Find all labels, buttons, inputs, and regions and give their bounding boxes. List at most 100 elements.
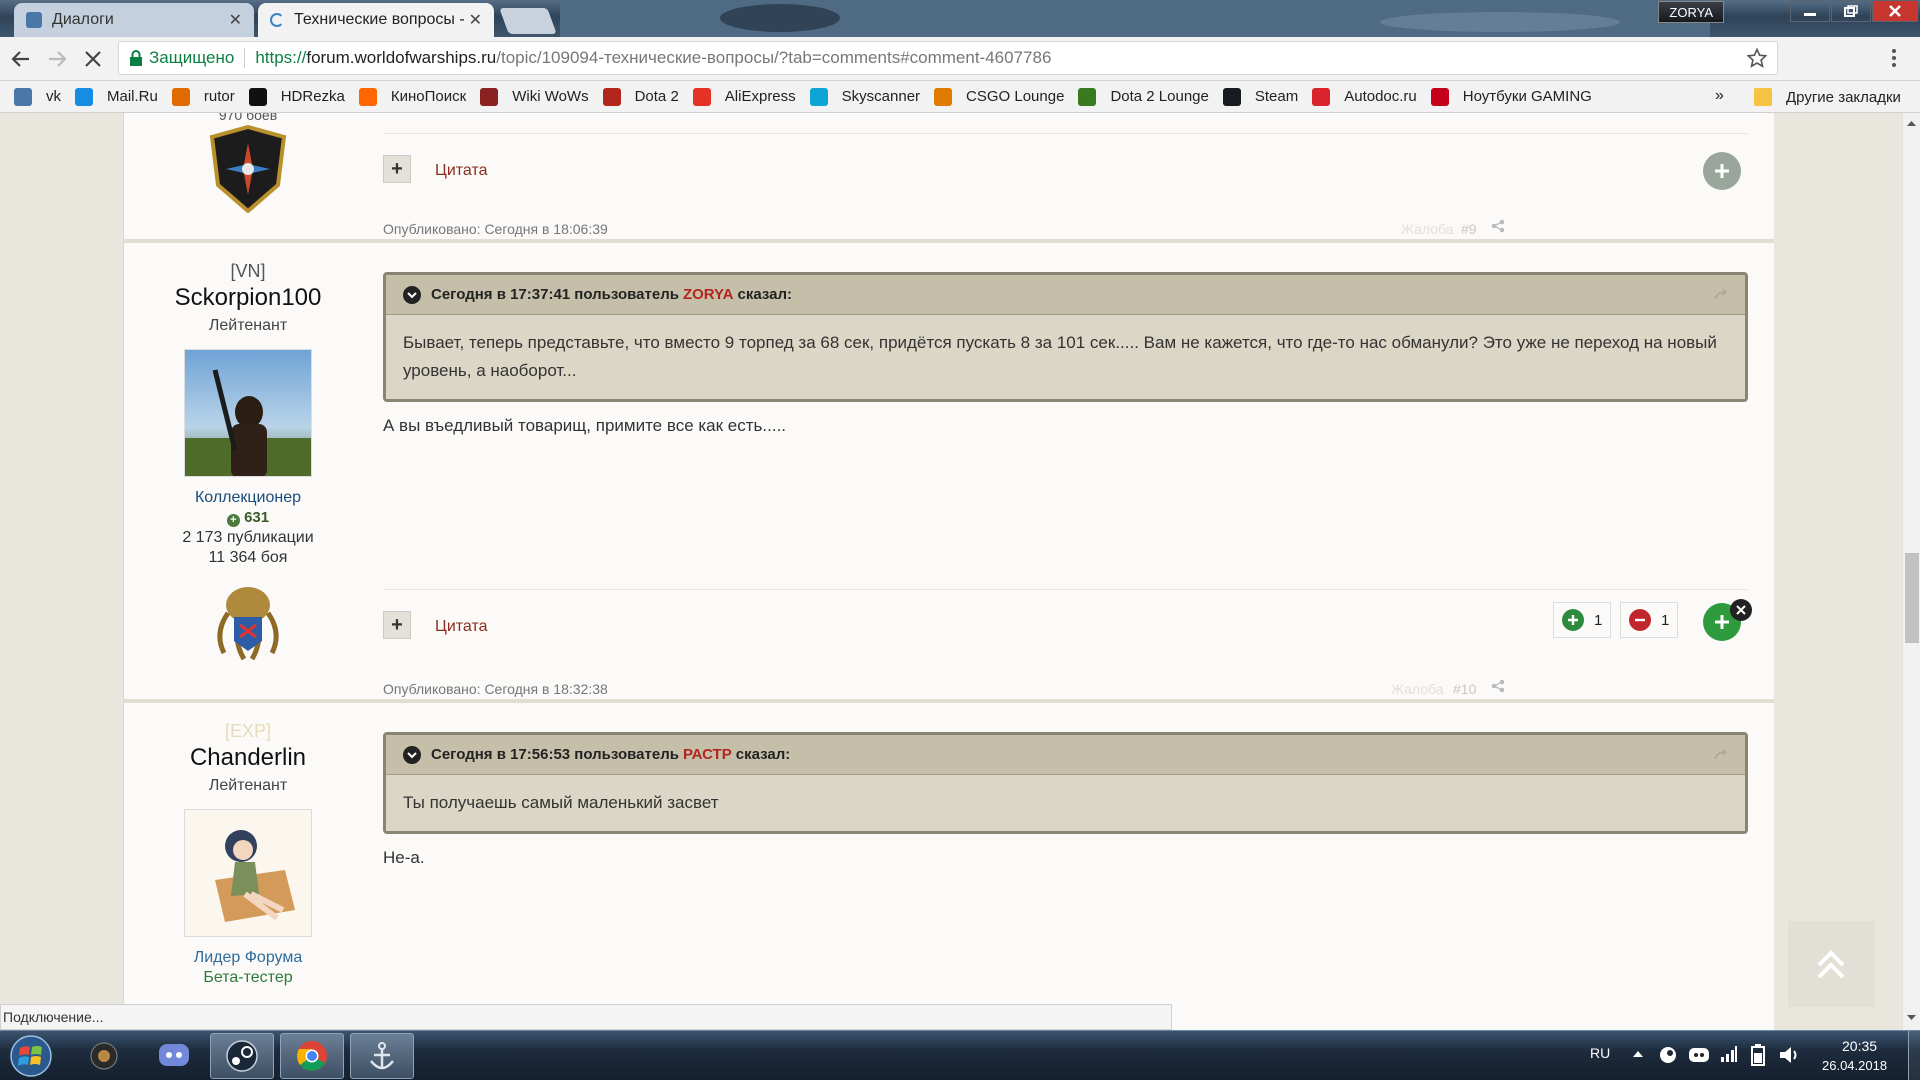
report-link[interactable]: Жалоба — [1391, 681, 1443, 697]
quoted-user-link[interactable]: РАСТР — [683, 746, 732, 763]
bookmark-label: AliExpress — [724, 88, 796, 105]
taskbar-app-discord[interactable] — [142, 1033, 206, 1079]
bookmark-label: rutor — [203, 88, 235, 105]
other-bookmarks-folder[interactable]: Другие закладки — [1754, 88, 1901, 106]
taskbar-app-world-of-warships[interactable] — [350, 1033, 414, 1079]
author-name[interactable]: Chanderlin — [123, 744, 373, 772]
other-bookmarks-label: Другие закладки — [1786, 88, 1901, 106]
multiquote-plus-button[interactable]: + — [383, 611, 411, 639]
tab-technical-questions[interactable]: Технические вопросы - ✕ — [258, 3, 494, 37]
bookmark-rutor[interactable]: rutor — [171, 87, 235, 106]
clock-time[interactable]: 20:35 — [1842, 1038, 1877, 1054]
member-group: Коллекционер — [194, 489, 302, 506]
stop-loading-button[interactable] — [82, 48, 104, 70]
start-button[interactable] — [4, 1033, 58, 1079]
dislike-count: 1 — [1661, 611, 1670, 629]
speaker-icon[interactable] — [1778, 1045, 1800, 1065]
scroll-up-arrow-icon[interactable] — [1903, 116, 1920, 130]
address-bar[interactable]: Защищено https:// forum.worldofwarships.… — [118, 41, 1778, 75]
like-button[interactable]: 1 — [1553, 602, 1612, 638]
reputation-add-button[interactable] — [1703, 152, 1741, 190]
chevron-down-icon[interactable] — [403, 745, 421, 764]
back-button[interactable] — [10, 48, 32, 70]
close-reputation-button[interactable] — [1730, 599, 1752, 621]
publications-count: 2 173 публикации — [182, 529, 314, 546]
taskbar-app-chrome[interactable] — [280, 1033, 344, 1079]
bookmark-dota-2-lounge[interactable]: Dota 2 Lounge — [1078, 87, 1209, 106]
share-button[interactable] — [1491, 679, 1505, 693]
collector-badge-kraken-icon — [217, 587, 279, 661]
tray-expand-icon[interactable] — [1632, 1049, 1644, 1059]
report-link[interactable]: Жалоба — [1401, 221, 1453, 237]
post-date: Опубликовано: Сегодня в 18:06:39 — [383, 221, 608, 237]
bookmark-wiki-wows[interactable]: Wiki WoWs — [480, 87, 589, 106]
avatar[interactable] — [184, 349, 312, 477]
minimize-icon — [1804, 13, 1816, 16]
bookmark-label: Dota 2 Lounge — [1110, 88, 1209, 105]
quoted-user-link[interactable]: ZORYA — [683, 286, 734, 303]
quote-link[interactable]: Цитата — [435, 618, 488, 636]
page-scrollbar[interactable] — [1902, 113, 1920, 1030]
network-signal-icon[interactable] — [1720, 1045, 1738, 1063]
bookmark-vk[interactable]: vk — [14, 87, 61, 106]
bookmark-dota-2[interactable]: Dota 2 — [602, 87, 679, 106]
steam-tray-icon[interactable] — [1658, 1045, 1678, 1065]
taskbar-app-steam[interactable] — [210, 1033, 274, 1079]
language-indicator[interactable]: RU — [1590, 1045, 1610, 1061]
post-number[interactable]: #9 — [1461, 221, 1477, 237]
taskbar-app-radial[interactable] — [72, 1033, 136, 1079]
scrollbar-thumb[interactable] — [1905, 553, 1919, 643]
double-chevron-up-icon — [1817, 950, 1845, 979]
new-tab-button[interactable] — [499, 8, 557, 34]
scroll-to-top-button[interactable] — [1788, 921, 1874, 1007]
more-bookmarks-button[interactable]: » — [1715, 87, 1724, 105]
close-icon[interactable]: ✕ — [469, 10, 482, 30]
menu-button[interactable] — [1890, 47, 1898, 69]
post-number[interactable]: #10 — [1453, 681, 1476, 697]
share-button[interactable] — [1491, 219, 1505, 233]
bookmark-aliexpress[interactable]: AliExpress — [692, 87, 796, 106]
close-window-button[interactable] — [1872, 0, 1918, 22]
tab-title: Технические вопросы - — [294, 11, 465, 28]
autodoc-icon — [1312, 87, 1331, 106]
multiquote-plus-button[interactable]: + — [383, 155, 411, 183]
dislike-button[interactable]: 1 — [1620, 602, 1679, 638]
go-to-quote-icon[interactable] — [1713, 748, 1729, 761]
bookmark-star-button[interactable] — [1747, 48, 1767, 68]
bookmark-steam[interactable]: Steam — [1222, 87, 1298, 106]
url-scheme: https:// — [255, 48, 307, 67]
clock-date[interactable]: 26.04.2018 — [1822, 1058, 1887, 1073]
bookmark-ноутбуки-gaming[interactable]: Ноутбуки GAMING — [1430, 87, 1592, 106]
quote-header-suffix: сказал: — [737, 286, 793, 303]
tab-dialogs[interactable]: Диалоги ✕ — [14, 3, 254, 37]
bookmark-skyscanner[interactable]: Skyscanner — [809, 87, 920, 106]
bookmark-label: Autodoc.ru — [1344, 88, 1417, 105]
chevron-down-icon[interactable] — [403, 285, 421, 304]
avatar[interactable] — [184, 809, 312, 937]
bookmark-кинопоиск[interactable]: КиноПоиск — [358, 87, 466, 106]
hd-icon — [248, 87, 267, 106]
go-to-quote-icon[interactable] — [1713, 288, 1729, 301]
steam-icon — [1222, 87, 1241, 106]
minimize-button[interactable] — [1790, 0, 1830, 22]
forward-button[interactable] — [46, 48, 68, 70]
bookmark-autodoc-ru[interactable]: Autodoc.ru — [1312, 87, 1417, 106]
quote-link[interactable]: Цитата — [435, 162, 488, 180]
discord-tray-icon[interactable] — [1688, 1047, 1710, 1063]
close-icon[interactable]: ✕ — [229, 10, 242, 30]
author-panel-chanderlin: [EXP] Chanderlin Лейтенант Лидер Форума … — [123, 721, 373, 987]
bookmark-mail-ru[interactable]: Mail.Ru — [75, 87, 158, 106]
quote-block: Сегодня в 17:56:53 пользователь РАСТР ск… — [383, 732, 1748, 834]
scroll-down-arrow-icon[interactable] — [1903, 1011, 1920, 1025]
arrow-left-icon — [11, 51, 29, 67]
clan-tag[interactable]: [EXP] — [123, 721, 373, 742]
battery-icon[interactable] — [1748, 1044, 1768, 1066]
author-name[interactable]: Sckorpion100 — [123, 284, 373, 312]
show-desktop-button[interactable] — [1908, 1031, 1920, 1080]
bookmark-csgo-lounge[interactable]: CSGO Lounge — [934, 87, 1064, 106]
bookmark-hdrezka[interactable]: HDRezka — [248, 87, 345, 106]
maximize-button[interactable] — [1831, 0, 1871, 22]
profile-badge[interactable]: ZORYA — [1658, 1, 1724, 23]
clan-tag[interactable]: [VN] — [123, 261, 373, 282]
stop-icon — [85, 51, 101, 67]
